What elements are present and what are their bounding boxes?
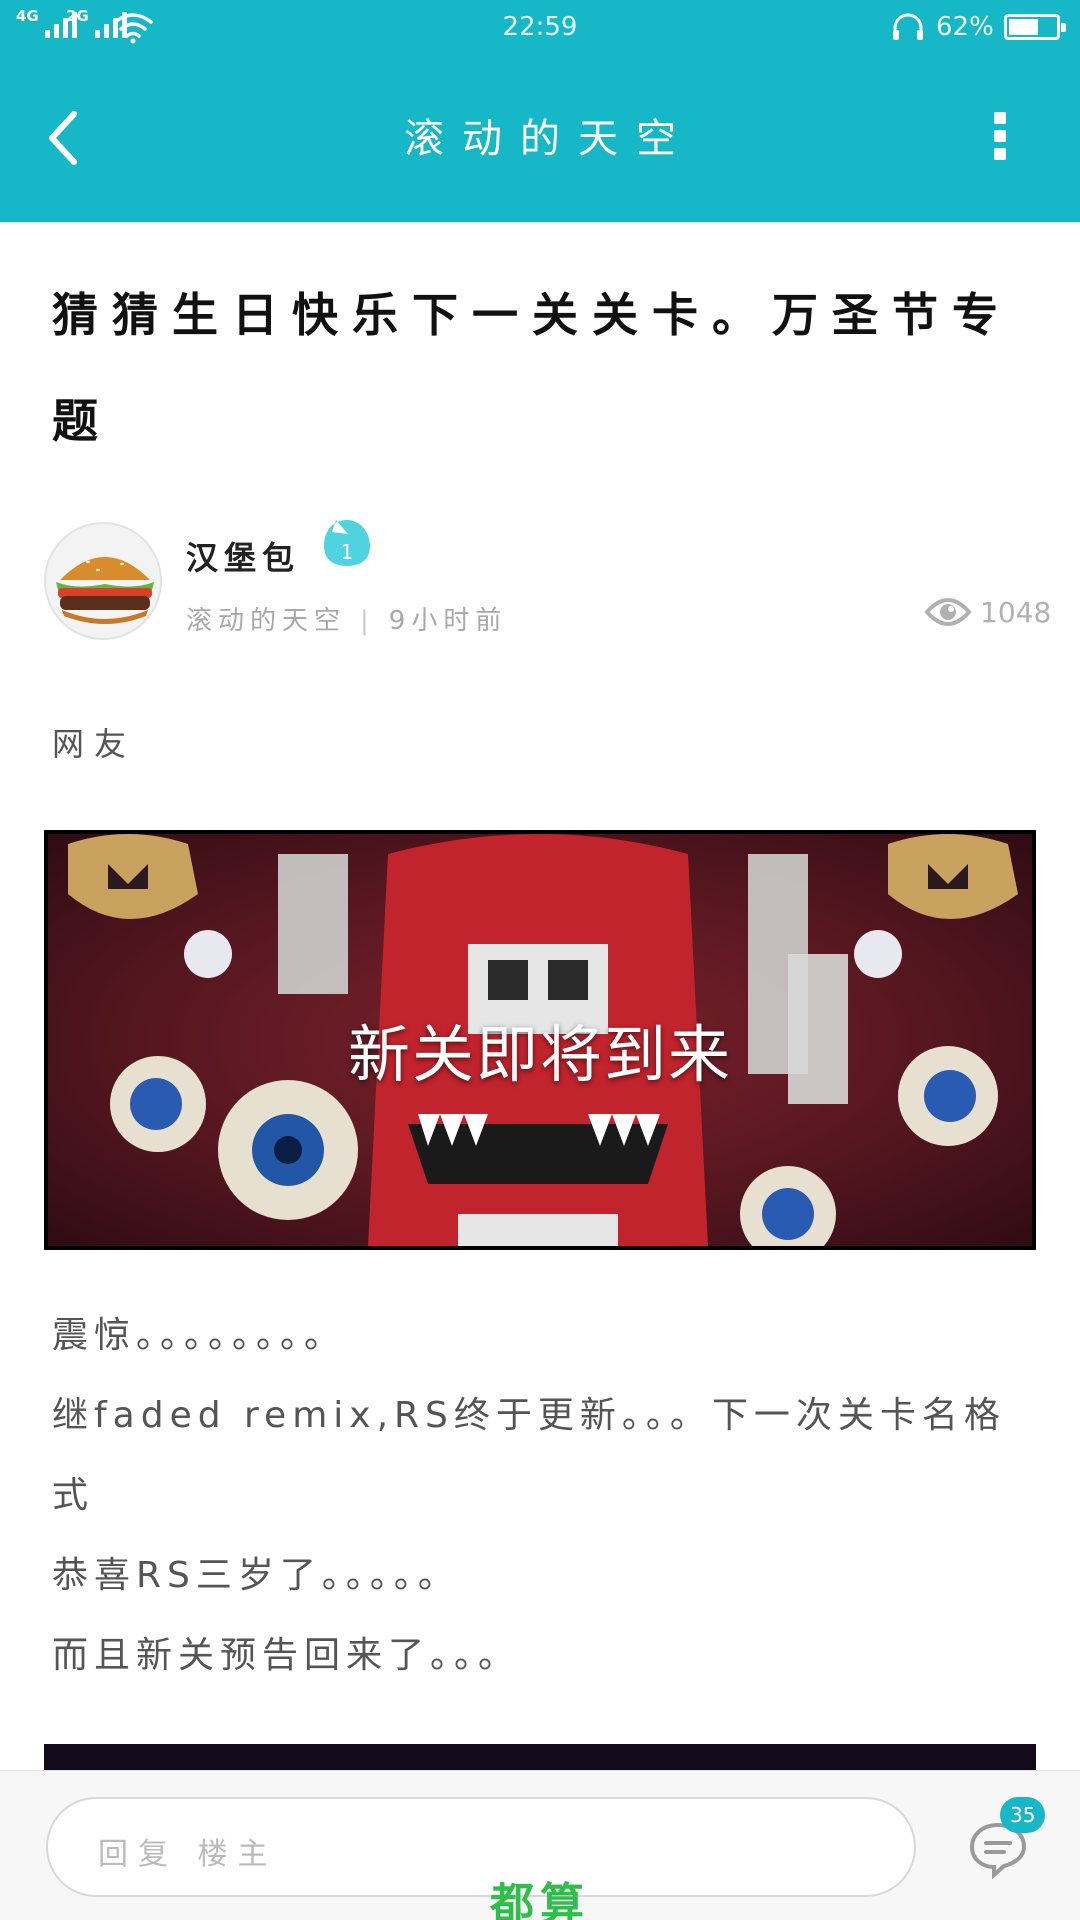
- author-level-badge: 1: [322, 518, 372, 568]
- author-avatar[interactable]: [44, 522, 162, 640]
- post-title: 猜猜生日快乐下一关关卡。万圣节专题: [52, 288, 1012, 448]
- post-image[interactable]: 新关即将到来: [44, 830, 1036, 1250]
- battery-icon: [1004, 14, 1066, 40]
- author-level: 1: [340, 540, 354, 564]
- burger-icon: [56, 552, 154, 624]
- status-bar: 4G 2G 22:59 62%: [0, 0, 1080, 56]
- banner-caption: 新关即将到来: [347, 1018, 732, 1091]
- headset-icon: [893, 13, 923, 40]
- battery-percent: 62%: [936, 12, 994, 42]
- forum-link[interactable]: 滚动的天空: [186, 606, 346, 636]
- body-line: 恭喜RS三岁了。。。。。: [52, 1555, 460, 1596]
- user-tag: 网友: [52, 725, 137, 763]
- post-time: 9小时前: [388, 606, 508, 636]
- view-count: 1048: [924, 592, 1051, 632]
- more-menu-button[interactable]: [990, 112, 1010, 164]
- watermark: 都算: [490, 1879, 590, 1920]
- body-line: 继faded remix,RS终于更新。。。下一次关卡名格式: [52, 1395, 1006, 1516]
- view-count-value: 1048: [980, 595, 1052, 629]
- post-meta: 滚动的天空 | 9小时前: [186, 604, 507, 638]
- comment-count-badge: 35: [1000, 1797, 1046, 1833]
- post-body: 震惊。。。。。。。。 继faded remix,RS终于更新。。。下一次关卡名格…: [52, 1296, 1012, 1696]
- body-line: 震惊。。。。。。。。: [52, 1315, 347, 1356]
- more-vertical-icon: [994, 112, 1006, 124]
- app-header: 4G 2G 22:59 62% 滚动的天空: [0, 0, 1080, 222]
- halloween-banner-image: 新关即将到来: [48, 834, 1032, 1246]
- page-title: 滚动的天空: [404, 116, 694, 162]
- body-line: 而且新关预告回来了。。。: [52, 1635, 521, 1676]
- author-name[interactable]: 汉堡包: [186, 526, 300, 590]
- eye-icon: [924, 598, 972, 626]
- divider: |: [360, 606, 375, 636]
- reply-input[interactable]: 回复 楼主: [46, 1797, 916, 1897]
